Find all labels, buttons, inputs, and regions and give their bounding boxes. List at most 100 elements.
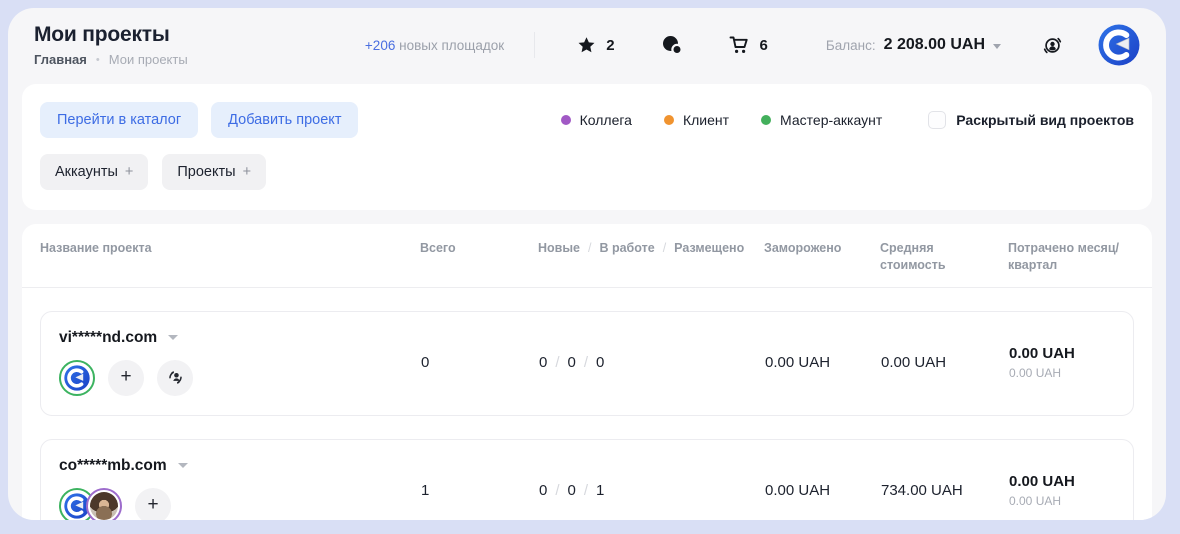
cart-count: 6 — [760, 37, 768, 54]
slash-separator: / — [663, 241, 666, 255]
collaborator-logo — [1098, 24, 1140, 66]
slash-separator: / — [584, 482, 588, 499]
add-project-button[interactable]: Добавить проект — [211, 102, 358, 138]
col-header-total: Всего — [420, 240, 538, 257]
favorites-count: 2 — [606, 37, 614, 54]
title-block: Мои проекты Главная • Мои проекты — [34, 23, 188, 67]
cell-frozen: 0.00 UAH — [765, 354, 881, 371]
collaborator-logo — [64, 365, 90, 391]
balance-value: 2 208.00 UAH — [884, 36, 985, 54]
cart-button[interactable]: 6 — [729, 35, 768, 55]
project-name: co*****mb.com — [59, 457, 167, 475]
chevron-down-icon — [178, 463, 188, 468]
master-account-avatar[interactable] — [59, 360, 95, 396]
breadcrumb: Главная • Мои проекты — [34, 52, 188, 67]
plus-icon: + — [147, 495, 158, 514]
star-icon — [577, 36, 596, 55]
spent-month: 0.00 UAH — [1009, 473, 1115, 490]
transfer-user-button[interactable] — [157, 360, 193, 396]
expanded-view-label: Раскрытый вид проектов — [956, 112, 1134, 128]
cart-icon — [729, 35, 750, 55]
col-header-spent: Потрачено месяц/квартал — [1008, 240, 1120, 274]
legend-label: Мастер-аккаунт — [780, 112, 882, 128]
app-window: Мои проекты Главная • Мои проекты +206 н… — [8, 8, 1166, 520]
master-account-dot-icon — [761, 115, 771, 125]
col-header-avg-cost: Средняя стоимость — [880, 240, 975, 274]
project-cell-name: co*****mb.com + — [59, 457, 421, 520]
add-account-button[interactable]: + — [108, 360, 144, 396]
cell-placed: 1 — [596, 482, 604, 499]
cell-total: 0 — [421, 354, 539, 371]
col-header-frozen: Заморожено — [764, 240, 880, 257]
plus-icon: + — [243, 164, 251, 180]
add-account-button[interactable]: + — [135, 488, 171, 520]
profile-logo-button[interactable] — [1098, 24, 1140, 66]
legend-item-client: Клиент — [664, 112, 729, 128]
notifications-button[interactable] — [1041, 34, 1064, 57]
legend-item-master-account: Мастер-аккаунт — [761, 112, 882, 128]
project-avatars: + — [59, 360, 421, 396]
balance-label: Баланс: — [826, 38, 876, 53]
avatar — [90, 492, 118, 520]
cell-frozen: 0.00 UAH — [765, 482, 881, 499]
header-divider — [534, 32, 535, 58]
plus-icon: + — [125, 164, 133, 180]
cell-new: 0 — [539, 354, 547, 371]
slash-separator: / — [588, 241, 591, 255]
cell-avg-cost: 734.00 UAH — [881, 482, 1009, 499]
projects-table: Название проекта Всего Новые / В работе / Ра… — [22, 224, 1152, 520]
chevron-down-icon — [168, 335, 178, 340]
transfer-user-icon — [166, 368, 185, 387]
col-header-placed: Размещено — [674, 241, 744, 255]
cell-statuses: 0 / 0 / 1 — [539, 482, 765, 499]
notifications-icon — [1041, 34, 1064, 57]
table-header-row: Название проекта Всего Новые / В работе / Ра… — [22, 224, 1152, 288]
project-row: co*****mb.com + — [40, 439, 1134, 520]
col-header-in-progress: В работе — [599, 241, 654, 255]
project-avatars: + — [59, 488, 421, 520]
cell-placed: 0 — [596, 354, 604, 371]
project-cell-name: vi*****nd.com + — [59, 329, 421, 396]
slash-separator: / — [584, 354, 588, 371]
breadcrumb-separator: • — [96, 54, 100, 66]
projects-filter-button[interactable]: Проекты+ — [162, 154, 266, 190]
cell-in-progress: 0 — [568, 482, 576, 499]
page-header: Мои проекты Главная • Мои проекты +206 н… — [8, 8, 1166, 80]
col-header-new: Новые — [538, 241, 580, 255]
cell-statuses: 0 / 0 / 0 — [539, 354, 765, 371]
col-header-statuses: Новые / В работе / Размещено — [538, 240, 764, 257]
breadcrumb-current: Мои проекты — [109, 52, 188, 67]
desktop-background: Мои проекты Главная • Мои проекты +206 н… — [0, 0, 1180, 534]
colleague-avatar[interactable] — [86, 488, 122, 520]
breadcrumb-home-link[interactable]: Главная — [34, 52, 87, 67]
new-sites-label: новых площадок — [399, 38, 504, 53]
cell-new: 0 — [539, 482, 547, 499]
balance-dropdown[interactable]: Баланс: 2 208.00 UAH — [826, 36, 1001, 54]
new-sites-link[interactable]: +206 новых площадок — [365, 38, 504, 53]
chat-icon — [661, 34, 683, 56]
chevron-down-icon — [993, 44, 1001, 49]
chat-button[interactable] — [661, 34, 683, 56]
project-name-dropdown[interactable]: co*****mb.com — [59, 457, 421, 475]
go-to-catalog-button[interactable]: Перейти в каталог — [40, 102, 198, 138]
col-header-name: Название проекта — [40, 240, 420, 257]
cell-spent: 0.00 UAH 0.00 UAH — [1009, 345, 1115, 380]
new-sites-count: +206 — [365, 38, 395, 53]
page-title: Мои проекты — [34, 23, 188, 47]
project-name: vi*****nd.com — [59, 329, 157, 347]
slash-separator: / — [555, 482, 559, 499]
cell-in-progress: 0 — [568, 354, 576, 371]
expanded-view-checkbox[interactable] — [928, 111, 946, 129]
legend-label: Клиент — [683, 112, 729, 128]
cell-spent: 0.00 UAH 0.00 UAH — [1009, 473, 1115, 508]
spent-quarter: 0.00 UAH — [1009, 494, 1115, 508]
expanded-view-toggle[interactable]: Раскрытый вид проектов — [928, 111, 1134, 129]
cell-avg-cost: 0.00 UAH — [881, 354, 1009, 371]
favorites-button[interactable]: 2 — [577, 36, 614, 55]
colleague-dot-icon — [561, 115, 571, 125]
accounts-filter-button[interactable]: Аккаунты+ — [40, 154, 148, 190]
project-name-dropdown[interactable]: vi*****nd.com — [59, 329, 421, 347]
plus-icon: + — [120, 367, 131, 386]
project-row: vi*****nd.com + — [40, 311, 1134, 416]
slash-separator: / — [555, 354, 559, 371]
